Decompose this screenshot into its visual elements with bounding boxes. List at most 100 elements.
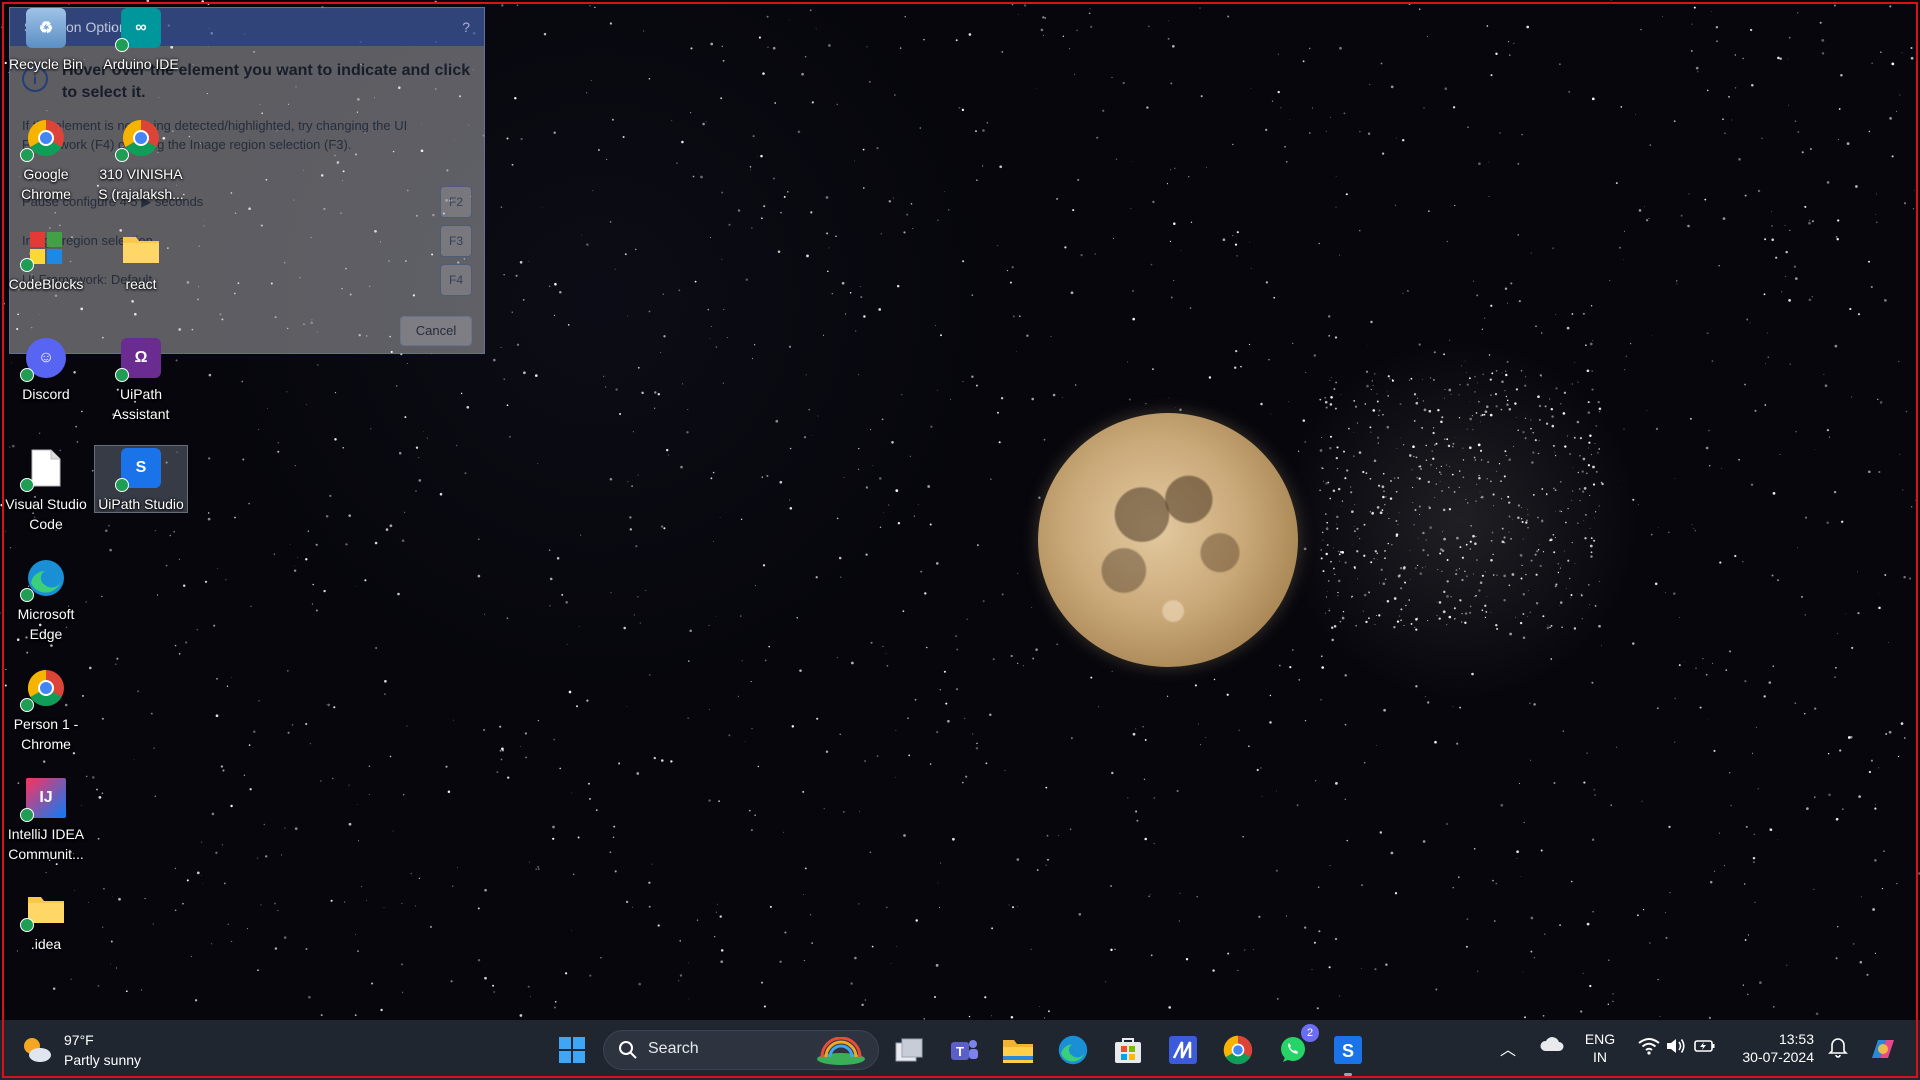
star-dot	[1425, 459, 1428, 461]
taskbar-edge[interactable]	[1053, 1030, 1093, 1070]
star-dot	[1492, 574, 1495, 576]
star-dot	[1694, 530, 1696, 532]
show-hidden-icons-chevron-icon[interactable]: ︿	[1500, 1036, 1516, 1060]
star-dot	[1344, 561, 1347, 564]
taskbar-whatsapp[interactable]: 2	[1273, 1024, 1319, 1070]
desktop-icon-discord[interactable]: ☺ Discord	[0, 338, 92, 404]
star-dot	[1455, 573, 1458, 576]
desktop-icon-uipath-assistant[interactable]: Ω UiPath Assistant	[95, 338, 187, 424]
language-indicator[interactable]: ENG IN	[1583, 1030, 1617, 1066]
onedrive-cloud-icon[interactable]	[1540, 1036, 1564, 1052]
star-dot	[825, 750, 829, 754]
start-button[interactable]	[552, 1030, 592, 1070]
taskbar-search-box[interactable]: Search	[603, 1030, 879, 1070]
desktop-icon-intellij-idea[interactable]: IJ IntelliJ IDEA Communit...	[0, 778, 92, 864]
star-dot	[715, 346, 718, 348]
star-dot	[1566, 326, 1570, 330]
star-dot	[1551, 424, 1555, 428]
star-dot	[1373, 459, 1377, 463]
desktop-icon-idea-folder[interactable]: .idea	[0, 888, 92, 954]
desktop-icon-microsoft-edge[interactable]: Microsoft Edge	[0, 558, 92, 644]
star-dot	[222, 769, 225, 772]
notification-bell-icon[interactable]	[1828, 1036, 1848, 1058]
star-dot	[1572, 490, 1574, 492]
star-dot	[1335, 456, 1338, 460]
taskbar-microsoft-store[interactable]	[1108, 1030, 1148, 1070]
desktop-icon-person1-chrome[interactable]: Person 1 - Chrome	[0, 668, 92, 754]
cancel-button[interactable]: Cancel	[400, 316, 472, 346]
star-dot	[1441, 531, 1443, 533]
star-dot	[878, 477, 882, 480]
desktop-icon-google-chrome[interactable]: Google Chrome	[0, 118, 92, 204]
star-dot	[1867, 470, 1871, 474]
star-dot	[1335, 381, 1337, 384]
star-dot	[1273, 296, 1276, 299]
help-icon[interactable]: ?	[462, 8, 470, 46]
star-dot	[1814, 707, 1817, 710]
star-dot	[1275, 869, 1279, 872]
star-dot	[1643, 206, 1645, 208]
star-dot	[1557, 571, 1560, 574]
star-dot	[1333, 388, 1336, 390]
star-dot	[1788, 299, 1791, 302]
taskbar-task-view[interactable]	[889, 1030, 929, 1070]
star-dot	[1559, 567, 1561, 569]
wifi-icon[interactable]	[1638, 1037, 1660, 1055]
volume-icon[interactable]	[1665, 1036, 1687, 1056]
star-dot	[749, 166, 752, 168]
system-clock[interactable]: 13:53 30-07-2024	[1732, 1030, 1814, 1066]
star-dot	[903, 231, 906, 234]
star-dot	[811, 435, 813, 436]
star-dot	[589, 797, 591, 800]
star-dot	[1475, 500, 1477, 502]
taskbar-chrome[interactable]	[1218, 1030, 1258, 1070]
star-dot	[1911, 506, 1913, 508]
star-dot	[553, 131, 556, 135]
desktop-icon-arduino-ide[interactable]: ∞ Arduino IDE	[95, 8, 187, 74]
copilot-icon[interactable]	[1866, 1032, 1900, 1066]
star-dot	[1377, 484, 1381, 487]
desktop-icon-react-folder[interactable]: react	[95, 228, 187, 294]
f3-key-button[interactable]: F3	[440, 225, 472, 257]
star-dot	[81, 410, 83, 413]
star-dot	[1550, 538, 1553, 542]
desktop-icon-recycle-bin[interactable]: ♻ Recycle Bin	[0, 8, 92, 74]
star-dot	[1044, 1017, 1046, 1019]
star-dot	[1464, 612, 1468, 615]
star-dot	[1438, 471, 1441, 474]
taskbar-app[interactable]	[1163, 1030, 1203, 1070]
star-dot	[1635, 114, 1637, 115]
taskbar-teams[interactable]: T	[944, 1030, 984, 1070]
taskbar-file-explorer[interactable]	[998, 1030, 1038, 1070]
star-dot	[687, 660, 690, 662]
star-dot	[1580, 593, 1582, 595]
star-dot	[882, 511, 884, 513]
star-dot	[1364, 403, 1367, 405]
star-dot	[1415, 685, 1418, 688]
battery-charging-icon[interactable]	[1694, 1037, 1716, 1055]
star-dot	[1474, 542, 1477, 545]
star-dot	[1446, 240, 1448, 242]
star-dot	[1525, 521, 1528, 524]
desktop-icon-vscode[interactable]: Visual Studio Code	[0, 448, 92, 534]
star-dot	[1517, 504, 1520, 507]
desktop-icon-codeblocks[interactable]: CodeBlocks	[0, 228, 92, 294]
star-dot	[761, 217, 763, 220]
star-dot	[1743, 883, 1746, 885]
star-dot	[1454, 618, 1456, 620]
star-dot	[1292, 342, 1294, 344]
f2-key-button[interactable]: F2	[440, 186, 472, 218]
star-dot	[1043, 438, 1046, 441]
star-dot	[1312, 107, 1314, 109]
star-dot	[1592, 911, 1594, 913]
taskbar-uipath-studio[interactable]: S	[1328, 1030, 1368, 1076]
desktop-icon-chrome-profile[interactable]: 310 VINISHA S (rajalaksh...	[95, 118, 187, 204]
star-dot	[1546, 626, 1550, 630]
star-dot	[1339, 550, 1342, 554]
star-dot	[1580, 1010, 1583, 1013]
star-dot	[1486, 25, 1489, 27]
desktop-icon-uipath-studio[interactable]: S UiPath Studio	[94, 445, 188, 513]
f4-key-button[interactable]: F4	[440, 264, 472, 296]
running-indicator	[1344, 1073, 1352, 1076]
star-dot	[1398, 512, 1400, 514]
